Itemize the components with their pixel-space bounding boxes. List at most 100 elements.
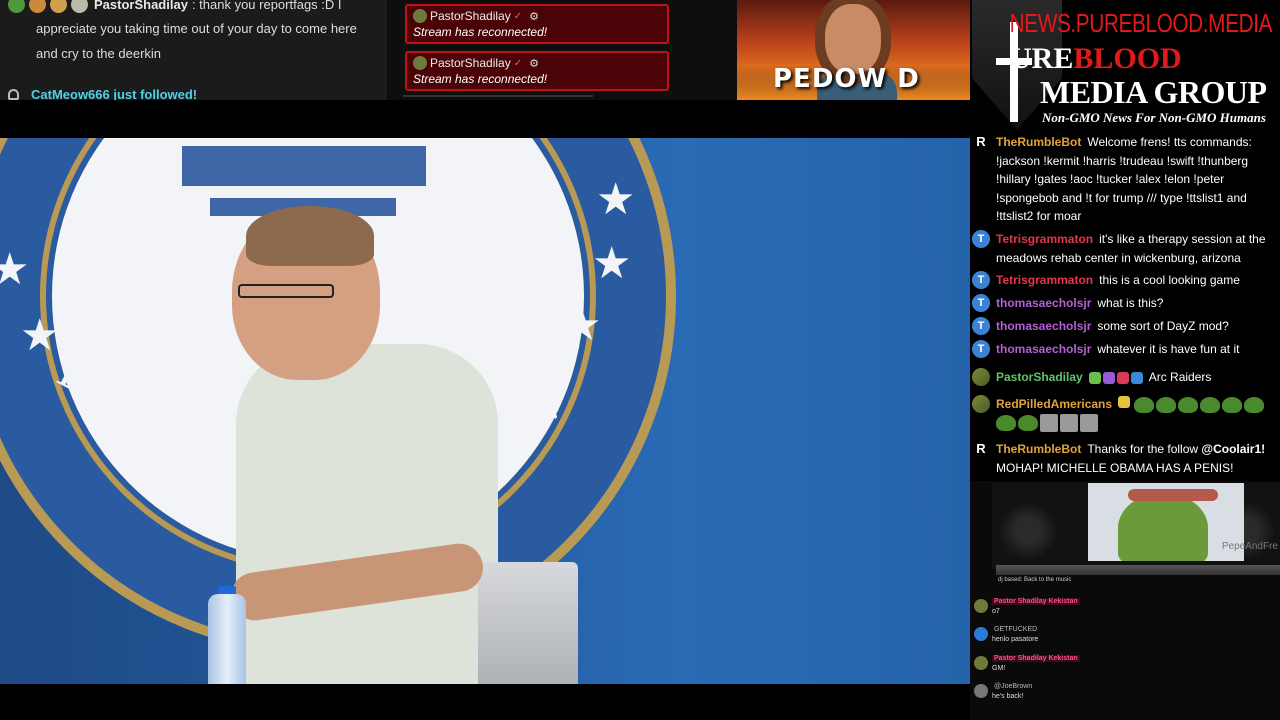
- mini-chat-message: @JoeBrown he's back!: [972, 682, 1272, 702]
- avatar: T: [972, 230, 990, 248]
- brand-tagline: Non-GMO News For Non-GMO Humans: [1042, 110, 1266, 125]
- emote-icon: [50, 0, 67, 13]
- presenter-shirt: [236, 344, 498, 684]
- mini-chat-message: GETFUCKED henlo pasatore: [972, 625, 1272, 645]
- chat-message: T Tetrisgrammaton it's like a therapy ses…: [970, 230, 1280, 267]
- chat-message: RedPilledAmericans: [970, 395, 1280, 433]
- brand-logo: NEWS.PUREBLOOD.MEDIA UREBLOOD MEDIA GROU…: [970, 0, 1280, 133]
- mini-chat-message: Pastor Shadilay Kekistan GM!: [972, 654, 1272, 674]
- avatar: [413, 56, 427, 70]
- star-icon: ★: [0, 245, 30, 294]
- user-icon: [8, 89, 19, 100]
- bot-icon: R: [976, 441, 986, 456]
- mini-chat-text: GM!: [992, 665, 1006, 672]
- pepe-emote-icon: [1178, 396, 1199, 413]
- avatar: [974, 599, 988, 613]
- music-overlay: PepeAndFre dj based: Back to the music P…: [970, 481, 1280, 720]
- alert-username: PastorShadilay: [430, 56, 511, 70]
- brand-line1-red: BLOOD: [1073, 42, 1182, 75]
- watermark: PepeAndFre: [1221, 541, 1278, 552]
- chat-username[interactable]: thomasaecholsjr: [996, 319, 1091, 333]
- presenter-glasses: [238, 284, 334, 298]
- divider: [403, 95, 593, 97]
- star-icon: ★: [20, 311, 60, 360]
- video-player[interactable]: ESTABL 1997 ★ ★ ★ ★ ★: [0, 138, 970, 684]
- gear-icon[interactable]: ⚙: [529, 10, 539, 23]
- top-chat-panel: PastorShadilay : thank you reportfags :D…: [0, 0, 387, 100]
- pepe-emote-icon: [996, 415, 1016, 432]
- gear-icon[interactable]: ⚙: [529, 57, 539, 70]
- chat-username[interactable]: thomasaecholsjr: [996, 296, 1091, 310]
- top-chat-username: PastorShadilay: [94, 0, 188, 12]
- emote-icon: [1060, 414, 1078, 433]
- chat-username[interactable]: RedPilledAmericans: [996, 397, 1112, 411]
- chat-username[interactable]: TheRumbleBot: [996, 135, 1081, 149]
- reconnect-alert: PastorShadilay ✓ ⚙ Stream has reconnecte…: [405, 4, 669, 44]
- badge-icon: [1116, 371, 1129, 384]
- chat-username[interactable]: Tetrisgrammaton: [996, 273, 1093, 287]
- pepe-video: [1088, 483, 1244, 561]
- pepe-body: [1118, 493, 1208, 561]
- user-badges: [1088, 371, 1143, 384]
- video-thumbnail[interactable]: PEDOW D: [737, 0, 970, 100]
- avatar: T: [972, 271, 990, 289]
- progress-bar: [996, 565, 1280, 575]
- top-chat-text-line3: and cry to the deerkin: [36, 46, 162, 61]
- star-icon: ★: [596, 175, 636, 224]
- seal-pillar: [182, 146, 426, 186]
- laptop: [478, 562, 578, 684]
- brand-line2: MEDIA GROUP: [1040, 74, 1267, 110]
- chat-text: some sort of DayZ mod?: [1097, 319, 1229, 333]
- chat-message: T Tetrisgrammaton this is a cool looking …: [970, 271, 1280, 290]
- avatar: T: [972, 340, 990, 358]
- chat-username[interactable]: Tetrisgrammaton: [996, 232, 1093, 246]
- presenter-hair: [246, 206, 374, 266]
- star-icon: ★: [562, 301, 602, 350]
- chat-username[interactable]: thomasaecholsjr: [996, 342, 1091, 356]
- chat-text: this is a cool looking game: [1099, 273, 1240, 287]
- badge-icon: [1088, 371, 1101, 384]
- badge-icon: [1130, 371, 1143, 384]
- emote-icon: [29, 0, 46, 13]
- mini-chat-text: henlo pasatore: [992, 636, 1039, 643]
- avatar: [974, 684, 988, 698]
- avatar: T: [972, 294, 990, 312]
- pepe-emote-icon: [1134, 396, 1155, 413]
- mini-chat-text: he's back!: [992, 693, 1024, 700]
- pepe-emote-icon: [1156, 396, 1177, 413]
- badge-icon: [1102, 371, 1115, 384]
- pepe-emote-icon: [1200, 396, 1221, 413]
- chat-text: MOHAP! MICHELLE OBAMA HAS A PENIS!: [996, 460, 1234, 475]
- emote-icon: [1040, 414, 1058, 433]
- avatar: [413, 9, 427, 23]
- pepe-lip: [1128, 489, 1218, 501]
- chat-text: whatever it is have fun at it: [1097, 342, 1240, 356]
- chat-message: T thomasaecholsjr whatever it is have fun…: [970, 340, 1280, 359]
- chat-message: R TheRumbleBot Welcome frens! tts command…: [970, 133, 1280, 226]
- water-bottle: [208, 594, 246, 684]
- brand-url: NEWS.PUREBLOOD.MEDIA: [1009, 8, 1273, 38]
- avatar: [974, 627, 988, 641]
- top-chat-text-line2: appreciate you taking time out of your d…: [36, 21, 357, 36]
- badge-icon: [1118, 396, 1131, 408]
- pepe-emote-icon: [8, 0, 25, 13]
- thumbnail-text: PEDOW D: [773, 64, 920, 94]
- chat-text: Thanks for the follow: [1087, 442, 1202, 456]
- alert-username: PastorShadilay: [430, 9, 511, 23]
- chat-username[interactable]: TheRumbleBot: [996, 442, 1081, 456]
- emote-icon: [1080, 414, 1098, 433]
- chat-text: what is this?: [1097, 296, 1164, 310]
- chat-message: T thomasaecholsjr some sort of DayZ mod?: [970, 317, 1280, 336]
- chat-text: Arc Raiders: [1148, 370, 1212, 384]
- speaker-icon: [998, 501, 1058, 561]
- verified-icon: ✓: [513, 10, 523, 22]
- mini-chat-text: o7: [992, 608, 1000, 615]
- chat-username[interactable]: PastorShadilay: [996, 370, 1083, 384]
- chat-panel[interactable]: R TheRumbleBot Welcome frens! tts command…: [970, 133, 1280, 481]
- brand-line1: UREBLOOD: [1010, 42, 1182, 76]
- top-chat-text: : thank you reportfags :D I: [191, 0, 342, 12]
- avatar: [974, 656, 988, 670]
- mini-chat-username: GETFUCKED: [994, 626, 1038, 633]
- top-chat-message: PastorShadilay : thank you reportfags :D…: [8, 0, 342, 13]
- brand-line1-white: URE: [1010, 42, 1074, 75]
